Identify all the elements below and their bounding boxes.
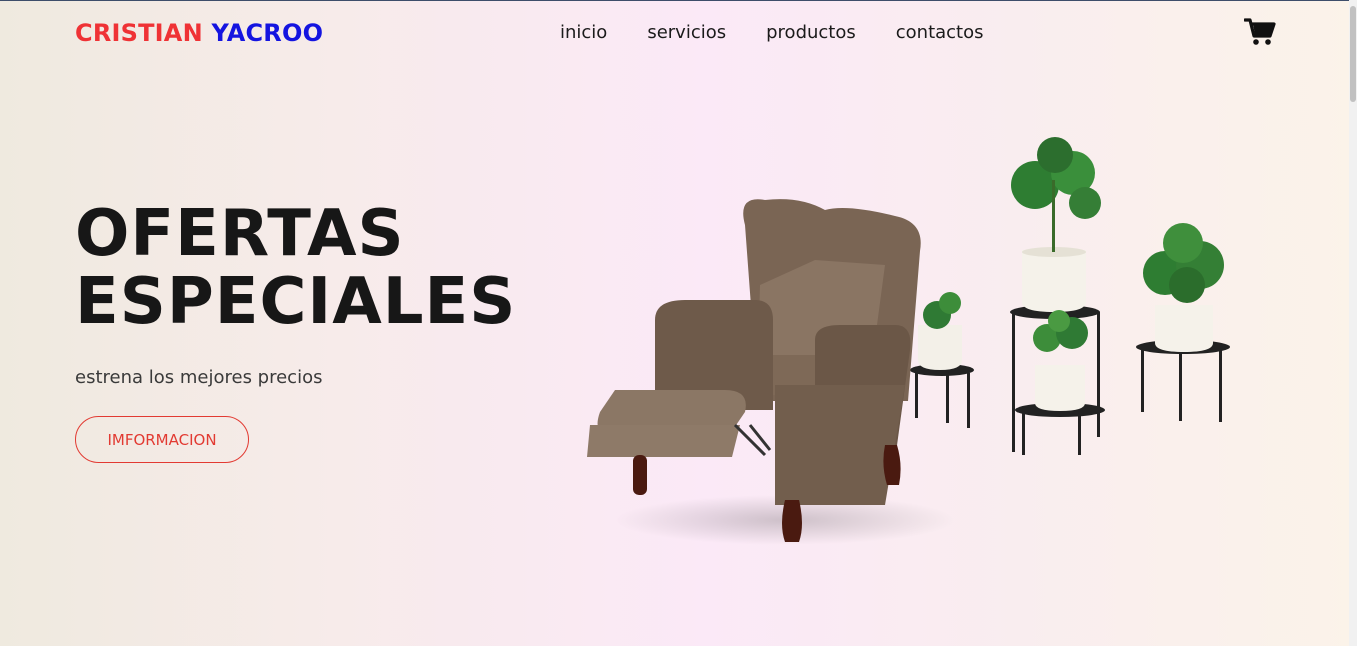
nav-link-servicios[interactable]: servicios: [647, 22, 726, 43]
site-logo[interactable]: CRISTIAN YACROO: [75, 19, 323, 47]
nav-link-inicio[interactable]: inicio: [560, 22, 607, 43]
hero-title-line1: OFERTAS: [75, 197, 405, 271]
logo-first-name: CRISTIAN: [75, 19, 203, 47]
hero-title: OFERTAS ESPECIALES: [75, 200, 516, 336]
recliner-chair-illustration: [587, 199, 955, 545]
nav-link-contactos[interactable]: contactos: [896, 22, 984, 43]
plant-stands-illustration: [910, 137, 1230, 455]
scrollbar-thumb[interactable]: [1350, 6, 1356, 102]
hero-subtitle: estrena los mejores precios: [75, 367, 323, 388]
hero-product-image: [585, 125, 1245, 555]
information-button[interactable]: IMFORMACION: [75, 416, 249, 463]
logo-last-name: YACROO: [211, 19, 324, 47]
vertical-scrollbar[interactable]: [1349, 0, 1357, 646]
main-nav: inicio servicios productos contactos: [560, 22, 984, 43]
hero-title-line2: ESPECIALES: [75, 265, 517, 339]
site-header: CRISTIAN YACROO inicio servicios product…: [0, 0, 1349, 70]
shopping-cart-icon[interactable]: [1243, 18, 1276, 46]
nav-link-productos[interactable]: productos: [766, 22, 856, 43]
